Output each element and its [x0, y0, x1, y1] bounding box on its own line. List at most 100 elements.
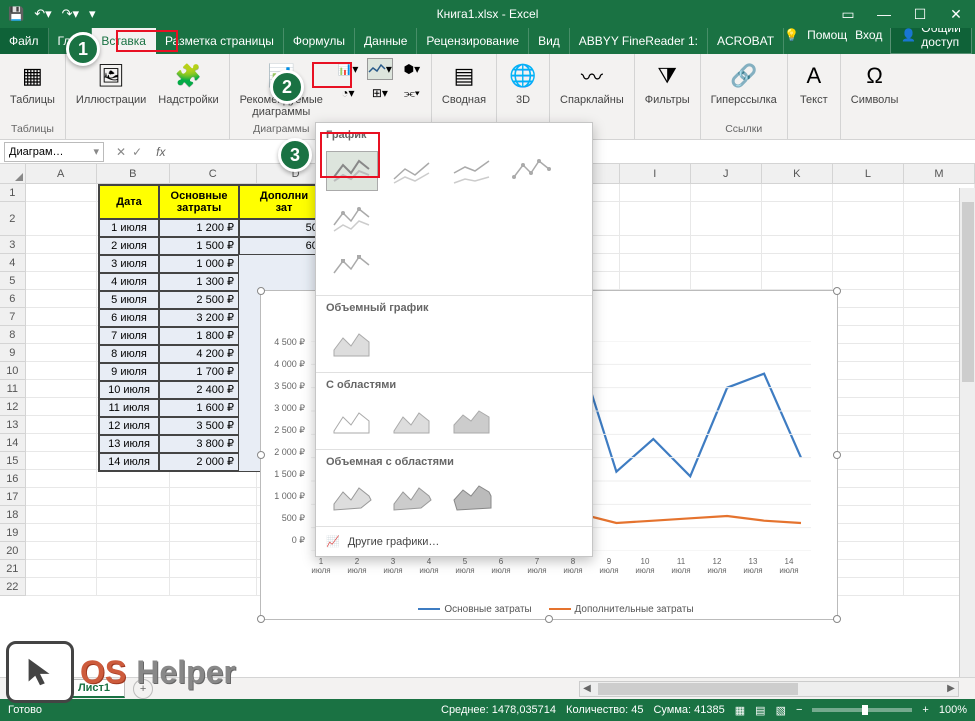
cell[interactable] — [833, 560, 904, 578]
cell[interactable] — [26, 488, 97, 506]
cell[interactable] — [833, 542, 904, 560]
col-K[interactable]: K — [762, 164, 833, 183]
row-10[interactable]: 10 — [0, 362, 26, 380]
cell[interactable] — [97, 524, 170, 542]
cell[interactable] — [26, 184, 97, 202]
cell[interactable] — [170, 506, 257, 524]
cell[interactable] — [26, 524, 97, 542]
horizontal-scrollbar[interactable]: ◀▶ — [579, 681, 959, 697]
sparklines-button[interactable]: 〰Спарклайны — [556, 58, 628, 108]
ribbon-options-icon[interactable]: ▭ — [839, 6, 857, 23]
cell-date[interactable]: 12 июля — [99, 417, 159, 435]
cell[interactable] — [97, 470, 170, 488]
row-9[interactable]: 9 — [0, 344, 26, 362]
cell-main[interactable]: 2 500 ₽ — [159, 291, 239, 309]
chart-option-line-100[interactable] — [446, 151, 498, 191]
cell[interactable] — [170, 578, 257, 596]
cell[interactable] — [26, 506, 97, 524]
cell[interactable] — [833, 452, 904, 470]
cell[interactable] — [97, 542, 170, 560]
cell[interactable] — [691, 202, 762, 236]
chart-option-area-100[interactable] — [446, 401, 498, 441]
minimize-icon[interactable]: — — [875, 6, 893, 23]
cell[interactable] — [26, 398, 97, 416]
addins-button[interactable]: 🧩Надстройки — [154, 58, 222, 108]
cell[interactable] — [26, 326, 97, 344]
cell[interactable] — [26, 434, 97, 452]
cell[interactable] — [97, 506, 170, 524]
col-L[interactable]: L — [833, 164, 904, 183]
cell-main[interactable]: 1 700 ₽ — [159, 363, 239, 381]
view-normal-icon[interactable]: ▦ — [735, 704, 745, 717]
cell[interactable] — [691, 236, 762, 254]
name-box[interactable]: Диаграм…▾ — [4, 142, 104, 162]
cell[interactable] — [26, 380, 97, 398]
chart-option-3d-line[interactable] — [326, 324, 378, 364]
sign-in-link[interactable]: Вход — [855, 28, 882, 42]
row-13[interactable]: 13 — [0, 416, 26, 434]
hyperlink-button[interactable]: 🔗Гиперссылка — [707, 58, 781, 108]
cell[interactable] — [833, 362, 904, 380]
row-5[interactable]: 5 — [0, 272, 26, 290]
zoom-level[interactable]: 100% — [939, 704, 967, 716]
cell[interactable] — [762, 236, 833, 254]
maximize-icon[interactable]: ☐ — [911, 6, 929, 23]
cell[interactable] — [833, 290, 904, 308]
row-8[interactable]: 8 — [0, 326, 26, 344]
cell[interactable] — [833, 344, 904, 362]
cell-date[interactable]: 6 июля — [99, 309, 159, 327]
cell[interactable] — [97, 578, 170, 596]
cell[interactable] — [762, 254, 833, 272]
select-all-corner[interactable] — [0, 164, 26, 183]
cell[interactable] — [620, 202, 691, 236]
row-22[interactable]: 22 — [0, 578, 26, 596]
tab-review[interactable]: Рецензирование — [417, 28, 529, 54]
zoom-in-icon[interactable]: + — [922, 704, 928, 716]
cell-main[interactable]: 3 800 ₽ — [159, 435, 239, 453]
row-19[interactable]: 19 — [0, 524, 26, 542]
cell[interactable] — [762, 202, 833, 236]
cell[interactable] — [762, 184, 833, 202]
chart-line-dropdown[interactable]: ▾ — [367, 58, 393, 80]
cell-date[interactable]: 1 июля — [99, 219, 159, 237]
cell-main[interactable]: 1 600 ₽ — [159, 399, 239, 417]
cell-main[interactable]: 1 500 ₽ — [159, 237, 239, 255]
row-6[interactable]: 6 — [0, 290, 26, 308]
cell[interactable] — [691, 254, 762, 272]
cell[interactable] — [833, 470, 904, 488]
cell-date[interactable]: 9 июля — [99, 363, 159, 381]
cell[interactable] — [833, 308, 904, 326]
chart-hierarchy-icon[interactable]: ⬢▾ — [399, 58, 425, 80]
cell[interactable] — [170, 560, 257, 578]
cell[interactable] — [26, 272, 97, 290]
cell[interactable] — [833, 202, 904, 236]
cell[interactable] — [26, 452, 97, 470]
col-M[interactable]: M — [904, 164, 975, 183]
cell[interactable] — [833, 236, 904, 254]
cell[interactable] — [833, 524, 904, 542]
tell-me-label[interactable]: Помощ — [807, 28, 847, 42]
cell-date[interactable]: 3 июля — [99, 255, 159, 273]
cell-main[interactable]: 2 000 ₽ — [159, 453, 239, 471]
chart-option-3d-area[interactable] — [326, 478, 378, 518]
redo-icon[interactable]: ↷▾ — [62, 6, 79, 22]
zoom-slider[interactable] — [812, 708, 912, 712]
cell-date[interactable]: 7 июля — [99, 327, 159, 345]
cell[interactable] — [620, 254, 691, 272]
cell[interactable] — [26, 254, 97, 272]
cell-main[interactable]: 1 800 ₽ — [159, 327, 239, 345]
close-icon[interactable]: ✕ — [947, 6, 965, 23]
cell[interactable] — [620, 272, 691, 290]
cell[interactable] — [833, 434, 904, 452]
cell[interactable] — [691, 272, 762, 290]
cell[interactable] — [762, 272, 833, 290]
cell[interactable] — [26, 202, 97, 236]
cell[interactable] — [833, 326, 904, 344]
col-J[interactable]: J — [691, 164, 762, 183]
chart-option-area-stacked[interactable] — [386, 401, 438, 441]
row-7[interactable]: 7 — [0, 308, 26, 326]
cell[interactable] — [833, 506, 904, 524]
cell[interactable] — [170, 470, 257, 488]
chart-option-line-stacked[interactable] — [386, 151, 438, 191]
cell[interactable] — [26, 308, 97, 326]
